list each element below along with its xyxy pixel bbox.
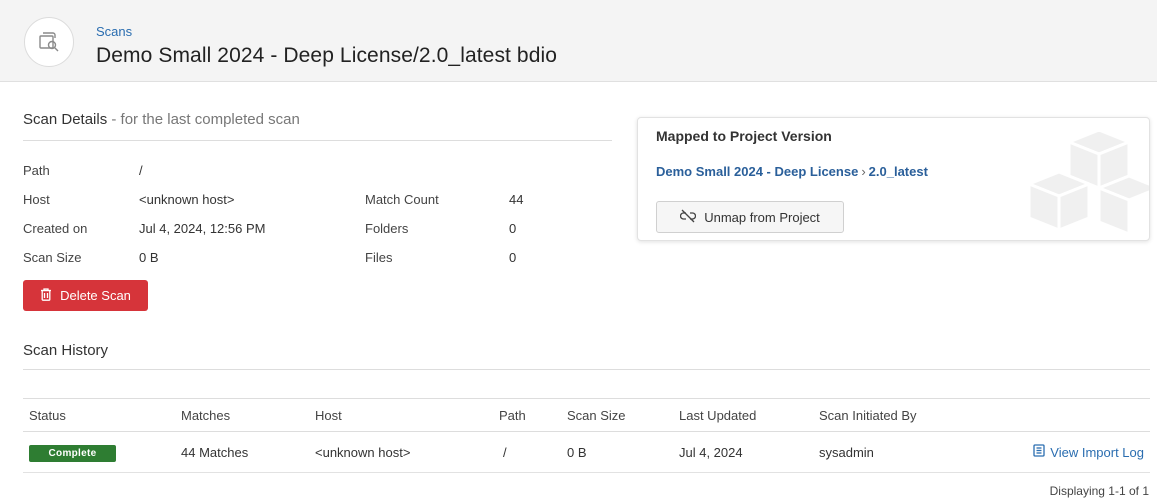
page-title: Demo Small 2024 - Deep License/2.0_lates…	[96, 44, 558, 67]
folders-label: Folders	[365, 221, 409, 236]
column-header-host[interactable]: Host	[315, 408, 342, 423]
scan-history-title: Scan History	[23, 342, 109, 359]
scan-details-title: Scan Details - for the last completed sc…	[23, 111, 300, 128]
mapped-project-card: Mapped to Project Version Demo Small 202…	[637, 117, 1150, 241]
scan-size-cell: 0 B	[567, 445, 587, 460]
view-import-log-label: View Import Log	[1050, 444, 1144, 460]
path-value: /	[139, 163, 143, 178]
created-on-label: Created on	[23, 221, 88, 236]
status-badge: Complete	[29, 445, 116, 462]
table-row: Complete 44 Matches <unknown host> / 0 B…	[23, 433, 1150, 473]
path-label: Path	[23, 163, 50, 178]
column-header-scan-size[interactable]: Scan Size	[567, 408, 626, 423]
initiated-by-cell: sysadmin	[819, 445, 874, 460]
folders-value: 0	[509, 221, 517, 236]
pagination-summary: Displaying 1-1 of 1	[1049, 484, 1149, 498]
scan-size-value: 0 B	[139, 250, 159, 265]
files-label: Files	[365, 250, 393, 265]
divider	[23, 369, 1150, 370]
view-import-log-link[interactable]: View Import Log	[1033, 444, 1144, 460]
scan-details-subtitle: - for the last completed scan	[107, 111, 300, 128]
host-cell: <unknown host>	[315, 445, 411, 460]
unmap-label: Unmap from Project	[704, 209, 820, 225]
trash-icon	[40, 287, 52, 304]
host-label: Host	[23, 192, 50, 207]
unmap-from-project-button[interactable]: Unmap from Project	[656, 201, 844, 233]
created-on-value: Jul 4, 2024, 12:56 PM	[139, 221, 266, 236]
column-header-initiated-by[interactable]: Scan Initiated By	[819, 408, 917, 423]
matches-cell: 44 Matches	[181, 445, 249, 460]
document-icon	[1033, 444, 1045, 460]
cubes-icon	[999, 128, 1149, 240]
delete-scan-button[interactable]: Delete Scan	[23, 280, 148, 311]
column-header-path[interactable]: Path	[499, 408, 526, 423]
project-name-link[interactable]: Demo Small 2024 - Deep License	[656, 164, 858, 179]
column-header-matches[interactable]: Matches	[181, 408, 230, 423]
mapped-project-link: Demo Small 2024 - Deep License › 2.0_lates…	[656, 164, 928, 179]
divider	[23, 140, 612, 141]
column-header-last-updated[interactable]: Last Updated	[679, 408, 756, 423]
version-name-link[interactable]: 2.0_latest	[869, 164, 928, 179]
delete-scan-label: Delete Scan	[60, 288, 131, 303]
chevron-right-icon: ›	[861, 164, 866, 179]
last-updated-cell: Jul 4, 2024	[679, 445, 743, 460]
host-value: <unknown host>	[139, 192, 235, 207]
scan-search-icon	[24, 17, 74, 67]
page-header: Scans Demo Small 2024 - Deep License/2.0…	[0, 0, 1157, 82]
mapped-title: Mapped to Project Version	[656, 128, 832, 144]
path-cell: /	[503, 445, 507, 460]
unlink-icon	[680, 209, 697, 226]
match-count-label: Match Count	[365, 192, 439, 207]
scan-details-heading: Scan Details	[23, 111, 108, 128]
breadcrumb-scans[interactable]: Scans	[96, 24, 132, 39]
match-count-value: 44	[509, 192, 524, 207]
table-header: Status Matches Host Path Scan Size Last …	[23, 398, 1150, 432]
scan-size-label: Scan Size	[23, 250, 82, 265]
column-header-status[interactable]: Status	[29, 408, 66, 423]
files-value: 0	[509, 250, 517, 265]
